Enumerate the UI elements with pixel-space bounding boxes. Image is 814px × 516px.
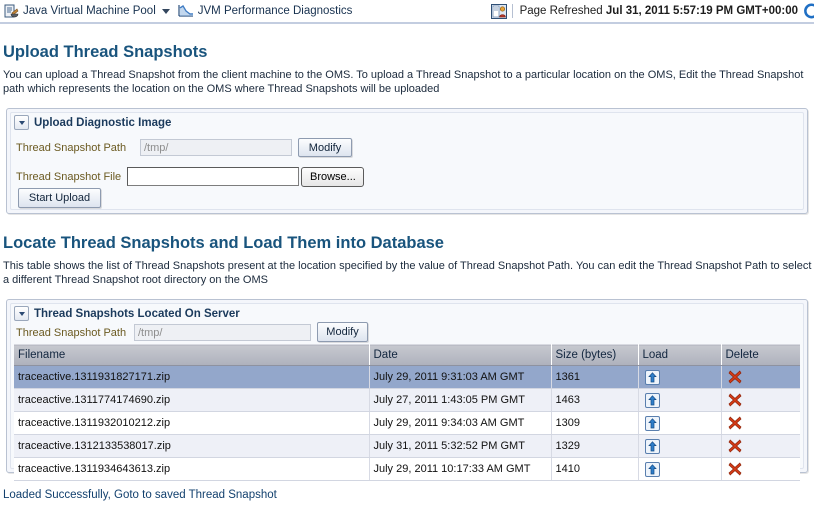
locate-panel-header: Thread Snapshots Located On Server	[7, 300, 240, 321]
upload-arrow-icon[interactable]	[644, 369, 660, 385]
modify-server-path-button[interactable]: Modify	[317, 322, 368, 342]
page-refreshed-text: Page Refreshed Jul 31, 2011 5:57:19 PM G…	[520, 5, 798, 17]
cell-date: July 29, 2011 9:31:03 AM GMT	[369, 365, 552, 389]
context-page-title[interactable]: JVM Performance Diagnostics	[178, 4, 353, 18]
top-context-bar: Java Virtual Machine Pool JVM Performanc…	[0, 0, 814, 24]
page-name-label: JVM Performance Diagnostics	[197, 5, 353, 17]
cell-filename: traceactive.1311934643613.zip	[14, 457, 370, 481]
column-header-size[interactable]: Size (bytes)	[551, 344, 639, 366]
cell-size: 1361	[551, 365, 639, 389]
chevron-down-icon	[18, 120, 25, 125]
locate-section-heading: Locate Thread Snapshots and Load Them in…	[3, 234, 444, 252]
thread-snapshot-path-input	[140, 139, 292, 156]
upload-arrow-icon[interactable]	[644, 438, 660, 454]
cell-filename: traceactive.1311932010212.zip	[14, 411, 370, 435]
collapse-toggle-snapshots-panel[interactable]	[14, 306, 29, 321]
divider	[511, 4, 513, 18]
table-row[interactable]: traceactive.1311774174690.zip July 27, 20…	[14, 388, 800, 412]
refresh-icon[interactable]	[803, 2, 814, 20]
thread-snapshots-panel: Thread Snapshots Located On Server Threa…	[6, 299, 808, 481]
server-path-input	[134, 324, 311, 341]
table-row[interactable]: traceactive.1311934643613.zip July 29, 20…	[14, 457, 800, 481]
column-header-delete[interactable]: Delete	[721, 344, 800, 366]
table-row[interactable]: traceactive.1311931827171.zip July 29, 20…	[14, 365, 800, 389]
upload-section-heading: Upload Thread Snapshots	[3, 43, 208, 61]
server-path-label: Thread Snapshot Path	[16, 327, 127, 339]
delete-x-icon[interactable]	[728, 370, 742, 384]
cell-load[interactable]	[638, 434, 722, 458]
browse-button[interactable]: Browse...	[301, 167, 364, 187]
context-jvm-pool[interactable]: Java Virtual Machine Pool	[4, 4, 172, 19]
cell-size: 1463	[551, 388, 639, 412]
cell-size: 1329	[551, 434, 639, 458]
cell-load[interactable]	[638, 411, 722, 435]
cell-date: July 29, 2011 9:34:03 AM GMT	[369, 411, 552, 435]
cell-filename: traceactive.1311774174690.zip	[14, 388, 370, 412]
column-header-date[interactable]: Date	[369, 344, 552, 366]
collapse-toggle-upload-panel[interactable]	[14, 115, 29, 130]
cell-date: July 29, 2011 10:17:33 AM GMT	[369, 457, 552, 481]
cell-date: July 31, 2011 5:32:52 PM GMT	[369, 434, 552, 458]
context-breadcrumb: Java Virtual Machine Pool JVM Performanc…	[0, 4, 358, 19]
cell-load[interactable]	[638, 388, 722, 412]
cell-load[interactable]	[638, 457, 722, 481]
user-preferences-icon[interactable]	[490, 3, 507, 19]
cell-filename: traceactive.1311931827171.zip	[14, 365, 370, 389]
page-refresh-area: Page Refreshed Jul 31, 2011 5:57:19 PM G…	[490, 0, 814, 22]
cell-delete[interactable]	[721, 434, 800, 458]
cell-date: July 27, 2011 1:43:05 PM GMT	[369, 388, 552, 412]
cell-delete[interactable]	[721, 365, 800, 389]
upload-arrow-icon[interactable]	[644, 415, 660, 431]
cell-size: 1410	[551, 457, 639, 481]
table-body: traceactive.1311931827171.zip July 29, 20…	[14, 365, 800, 481]
chevron-down-icon[interactable]	[161, 8, 170, 14]
delete-x-icon[interactable]	[728, 439, 742, 453]
performance-chart-icon	[178, 4, 194, 18]
thread-snapshots-table: Filename Date Size (bytes) Load Delete t…	[14, 344, 800, 481]
context-jvm-pool-label: Java Virtual Machine Pool	[23, 5, 156, 17]
modify-path-button[interactable]: Modify	[298, 138, 352, 157]
cell-filename: traceactive.1312133538017.zip	[14, 434, 370, 458]
upload-diagnostic-image-panel: Upload Diagnostic Image Thread Snapshot …	[6, 108, 808, 214]
status-message: Loaded Successfully, Goto to saved Threa…	[3, 489, 277, 501]
cell-size: 1309	[551, 411, 639, 435]
page-refreshed-label: Page Refreshed	[519, 5, 603, 17]
thread-snapshot-file-label: Thread Snapshot File	[16, 171, 122, 183]
page-refreshed-time: Jul 31, 2011 5:57:19 PM GMT+00:00	[605, 5, 798, 17]
cell-delete[interactable]	[721, 457, 800, 481]
cell-delete[interactable]	[721, 388, 800, 412]
chevron-down-icon	[18, 311, 25, 316]
upload-section-description: You can upload a Thread Snapshot from th…	[3, 69, 804, 95]
start-upload-button[interactable]: Start Upload	[18, 188, 101, 208]
delete-x-icon[interactable]	[728, 462, 742, 476]
page-root: Java Virtual Machine Pool JVM Performanc…	[0, 0, 814, 516]
snapshots-panel-title: Thread Snapshots Located On Server	[34, 307, 240, 320]
jvm-pool-icon	[4, 4, 19, 19]
upload-panel-header: Upload Diagnostic Image	[7, 109, 171, 130]
upload-panel-title: Upload Diagnostic Image	[34, 116, 172, 129]
table-row[interactable]: traceactive.1311932010212.zip July 29, 20…	[14, 411, 800, 435]
column-header-filename[interactable]: Filename	[14, 344, 370, 366]
cell-delete[interactable]	[721, 411, 800, 435]
locate-section-description: This table shows the list of Thread Snap…	[3, 260, 812, 286]
thread-snapshot-path-label: Thread Snapshot Path	[16, 142, 127, 154]
upload-arrow-icon[interactable]	[644, 461, 660, 477]
column-header-load[interactable]: Load	[638, 344, 722, 366]
delete-x-icon[interactable]	[728, 416, 742, 430]
delete-x-icon[interactable]	[728, 393, 742, 407]
cell-load[interactable]	[638, 365, 722, 389]
upload-arrow-icon[interactable]	[644, 392, 660, 408]
thread-snapshot-file-input[interactable]	[127, 167, 299, 186]
table-row[interactable]: traceactive.1312133538017.zip July 31, 20…	[14, 434, 800, 458]
table-header-row: Filename Date Size (bytes) Load Delete	[14, 344, 800, 366]
